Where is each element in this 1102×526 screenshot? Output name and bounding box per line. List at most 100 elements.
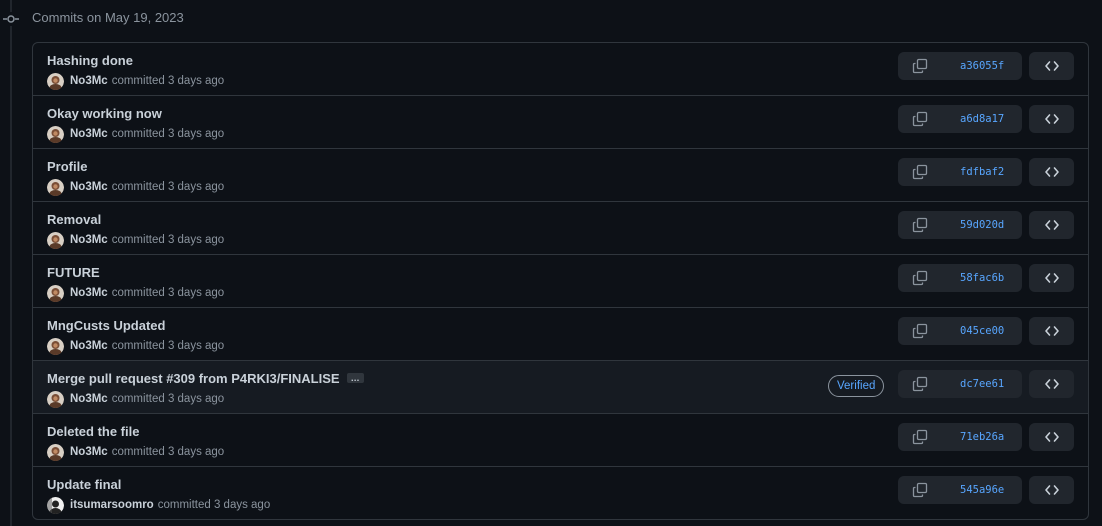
author-link[interactable]: No3Mc — [70, 287, 108, 299]
commit-title-link[interactable]: Deleted the file — [47, 423, 139, 440]
avatar[interactable] — [47, 178, 64, 196]
commit-row: Update final itsumarsoomro committed 3 day… — [33, 466, 1088, 519]
copy-icon[interactable] — [898, 370, 942, 398]
avatar[interactable] — [47, 72, 64, 90]
commit-sha-link[interactable]: 545a96e — [942, 476, 1022, 504]
commit-sha-link[interactable]: 71eb26a — [942, 423, 1022, 451]
commit-row: Merge pull request #309 from P4RKI3/FINA… — [33, 360, 1088, 413]
commit-meta: itsumarsoomro committed 3 days ago — [47, 496, 270, 514]
author-link[interactable]: No3Mc — [70, 393, 108, 405]
commit-meta: No3Mc committed 3 days ago — [47, 390, 224, 408]
sha-button-group: a36055f — [898, 52, 1022, 80]
commit-title-text[interactable]: Deleted the file — [47, 424, 139, 439]
commit-title-text[interactable]: Profile — [47, 159, 87, 174]
commit-meta: No3Mc committed 3 days ago — [47, 284, 224, 302]
git-commit-icon — [2, 12, 20, 26]
sha-button-group: 545a96e — [898, 476, 1022, 504]
author-link[interactable]: No3Mc — [70, 234, 108, 246]
commit-time: committed 3 days ago — [111, 75, 225, 87]
commit-title-link[interactable]: Hashing done — [47, 52, 133, 69]
commit-time: committed 3 days ago — [111, 340, 225, 352]
commit-title-text[interactable]: FUTURE — [47, 265, 100, 280]
copy-icon[interactable] — [898, 264, 942, 292]
commit-time: committed 3 days ago — [111, 128, 225, 140]
commit-title-text[interactable]: Removal — [47, 212, 101, 227]
commit-row: Profile No3Mc committed 3 days ago fdfbaf2 — [33, 148, 1088, 201]
commit-title-text[interactable]: Merge pull request #309 from P4RKI3/FINA… — [47, 371, 340, 386]
commit-row: Okay working now No3Mc committed 3 days ag… — [33, 95, 1088, 148]
commit-meta: No3Mc committed 3 days ago — [47, 72, 224, 90]
author-link[interactable]: No3Mc — [70, 128, 108, 140]
commit-sha-link[interactable]: dc7ee61 — [942, 370, 1022, 398]
commit-sha-link[interactable]: 045ce00 — [942, 317, 1022, 345]
sha-button-group: 58fac6b — [898, 264, 1022, 292]
code-icon[interactable] — [1029, 370, 1074, 398]
author-link[interactable]: itsumarsoomro — [70, 499, 154, 511]
commit-sha-link[interactable]: 58fac6b — [942, 264, 1022, 292]
commit-meta: No3Mc committed 3 days ago — [47, 337, 224, 355]
commit-sha-link[interactable]: a6d8a17 — [942, 105, 1022, 133]
commit-row: Deleted the file No3Mc committed 3 days ag… — [33, 413, 1088, 466]
timeline-line — [10, 0, 12, 526]
commit-time: committed 3 days ago — [111, 446, 225, 458]
avatar[interactable] — [47, 443, 64, 461]
avatar[interactable] — [47, 231, 64, 249]
avatar[interactable] — [47, 390, 64, 408]
commit-title-link[interactable]: MngCusts Updated — [47, 317, 165, 334]
copy-icon[interactable] — [898, 211, 942, 239]
commit-title-link[interactable]: Okay working now — [47, 105, 162, 122]
commit-row: Removal No3Mc committed 3 days ago 59d020d — [33, 201, 1088, 254]
sha-button-group: dc7ee61 — [898, 370, 1022, 398]
code-icon[interactable] — [1029, 317, 1074, 345]
commit-title-link[interactable]: Profile — [47, 158, 87, 175]
code-icon[interactable] — [1029, 211, 1074, 239]
commit-row: MngCusts Updated No3Mc committed 3 days ag… — [33, 307, 1088, 360]
sha-button-group: fdfbaf2 — [898, 158, 1022, 186]
sha-button-group: 045ce00 — [898, 317, 1022, 345]
commit-row: FUTURE No3Mc committed 3 days ago 58fac6b — [33, 254, 1088, 307]
sha-button-group: a6d8a17 — [898, 105, 1022, 133]
code-icon[interactable] — [1029, 105, 1074, 133]
commit-group-title: Commits on May 19, 2023 — [32, 10, 184, 25]
commit-title-link[interactable]: Removal — [47, 211, 101, 228]
author-link[interactable]: No3Mc — [70, 181, 108, 193]
author-link[interactable]: No3Mc — [70, 75, 108, 87]
commit-sha-link[interactable]: fdfbaf2 — [942, 158, 1022, 186]
avatar[interactable] — [47, 284, 64, 302]
code-icon[interactable] — [1029, 52, 1074, 80]
code-icon[interactable] — [1029, 423, 1074, 451]
commit-sha-link[interactable]: a36055f — [942, 52, 1022, 80]
sha-button-group: 71eb26a — [898, 423, 1022, 451]
commit-sha-link[interactable]: 59d020d — [942, 211, 1022, 239]
copy-icon[interactable] — [898, 423, 942, 451]
code-icon[interactable] — [1029, 158, 1074, 186]
commit-title-link[interactable]: Update final — [47, 476, 121, 493]
commit-title-text[interactable]: Okay working now — [47, 106, 162, 121]
copy-icon[interactable] — [898, 476, 942, 504]
commit-list: Hashing done No3Mc committed 3 days ago a36… — [32, 42, 1089, 520]
author-link[interactable]: No3Mc — [70, 446, 108, 458]
verified-badge[interactable]: Verified — [828, 375, 885, 397]
commit-meta: No3Mc committed 3 days ago — [47, 178, 224, 196]
avatar[interactable] — [47, 496, 64, 514]
commit-title-link[interactable]: FUTURE — [47, 264, 100, 281]
expand-message-button[interactable]: … — [346, 372, 364, 383]
commit-meta: No3Mc committed 3 days ago — [47, 231, 224, 249]
commit-time: committed 3 days ago — [111, 234, 225, 246]
avatar[interactable] — [47, 337, 64, 355]
copy-icon[interactable] — [898, 105, 942, 133]
copy-icon[interactable] — [898, 158, 942, 186]
avatar[interactable] — [47, 125, 64, 143]
copy-icon[interactable] — [898, 52, 942, 80]
commit-title-text[interactable]: Update final — [47, 477, 121, 492]
code-icon[interactable] — [1029, 264, 1074, 292]
commit-title-text[interactable]: Hashing done — [47, 53, 133, 68]
commit-meta: No3Mc committed 3 days ago — [47, 125, 224, 143]
code-icon[interactable] — [1029, 476, 1074, 504]
author-link[interactable]: No3Mc — [70, 340, 108, 352]
commit-time: committed 3 days ago — [157, 499, 271, 511]
commit-title-text[interactable]: MngCusts Updated — [47, 318, 165, 333]
commit-title-link[interactable]: Merge pull request #309 from P4RKI3/FINA… — [47, 370, 364, 387]
commit-time: committed 3 days ago — [111, 393, 225, 405]
copy-icon[interactable] — [898, 317, 942, 345]
